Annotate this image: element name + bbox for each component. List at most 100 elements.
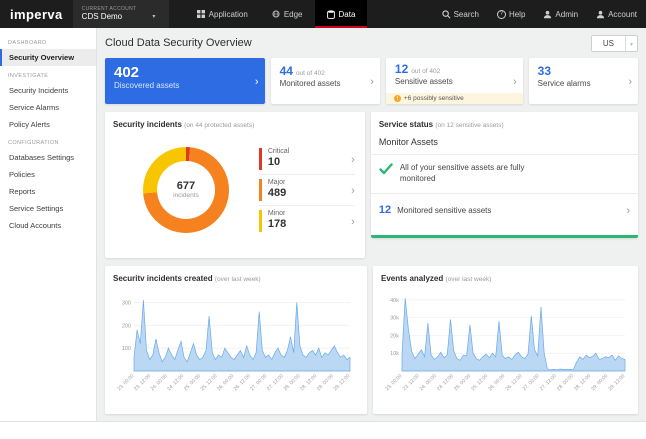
svg-text:29. 00:00: 29. 00:00 [316,373,335,392]
chevron-down-icon [152,5,155,23]
sidebar-section-configuration: CONFIGURATION [0,133,96,149]
nav-item-data[interactable]: Data [315,0,368,28]
sidebar-item-cloud-accounts[interactable]: Cloud Accounts [0,217,96,234]
svg-text:29. 12:00: 29. 12:00 [332,373,351,392]
account-switcher[interactable]: CURRENT ACCOUNT CDS Demo [73,0,169,28]
kpi-label: Sensitive assets [395,77,514,86]
chevron-right-icon [626,201,630,219]
legend-color-bar [259,179,262,201]
sidebar-item-service-alarms[interactable]: Service Alarms [0,99,96,116]
events-analyzed-chart-card: Events analyzed (over last week) 10k 20k 3… [373,266,638,414]
incidents-created-area-chart: 10020030023. 00:0023. 12:0024. 00:0024. … [113,286,355,404]
chevron-right-icon [351,181,355,199]
warning-icon [394,95,401,102]
svg-text:30k: 30k [390,316,399,322]
donut-total-value: 677 [177,180,195,192]
chevron-right-icon [513,72,517,90]
legend-row-minor[interactable]: Minor178 [259,206,355,236]
legend-row-critical[interactable]: Critical10 [259,144,355,175]
legend-value: 178 [268,218,286,231]
monitored-sensitive-assets-link[interactable]: 12 Monitored sensitive assets [379,194,630,227]
region-selector[interactable]: US [591,35,638,52]
events-analyzed-area-chart: 10k20k30k40k23. 00:0023. 12:0024. 00:002… [381,286,630,404]
chevron-right-icon [370,72,374,90]
help-label: Help [509,10,525,19]
search-button[interactable]: Search [433,0,488,28]
nav-item-edge[interactable]: Edge [260,0,315,28]
card-title: Service status (on 12 sensitive assets) [379,120,630,129]
card-title: Securitv incidents created (over last we… [113,274,359,283]
note-text: +6 possibly sensitive [404,95,464,102]
page-title: Cloud Data Security Overview [105,37,252,49]
chevron-right-icon [628,72,632,90]
monitored-count: 12 [379,204,391,216]
sidebar-section-dashboard: DASHBOARD [0,33,96,49]
card-title-text: Securitv incidents created [113,274,213,283]
kpi-value: 44 [280,64,293,78]
sidebar-navigation: DASHBOARDSecurity OverviewINVESTIGATESec… [0,28,97,421]
help-button[interactable]: Help [488,0,534,28]
sidebar-item-security-incidents[interactable]: Security Incidents [0,82,96,99]
svg-text:23. 12:00: 23. 12:00 [402,373,421,392]
sidebar-item-security-overview[interactable]: Security Overview [0,49,96,66]
kpi-value: 12 [395,62,408,76]
kpi-row: 402 Discovered assets 44 out of 402 Moni… [105,58,638,104]
topbar-actions: Search Help Admin Account [433,0,646,28]
kpi-service-alarms[interactable]: 33 Service alarms [529,58,638,104]
kpi-value: 33 [538,64,551,78]
svg-text:20k: 20k [390,333,399,339]
kpi-discovered-assets[interactable]: 402 Discovered assets [105,58,265,104]
kpi-sensitive-assets[interactable]: 12 out of 402 Sensitive assets +6 possib… [386,58,523,104]
donut-total-label: incidents [173,192,199,199]
legend-row-major[interactable]: Major489 [259,175,355,206]
globe-icon [272,10,280,18]
svg-text:28. 12:00: 28. 12:00 [299,373,318,392]
card-title-text: Service status [379,120,433,129]
card-subtitle: (on 44 protected assets) [184,122,254,129]
svg-text:28. 00:00: 28. 00:00 [556,373,575,392]
help-icon [497,10,506,19]
svg-text:26. 12:00: 26. 12:00 [233,373,252,392]
card-subtitle: (over last week) [445,276,491,283]
sidebar-item-databases-settings[interactable]: Databases Settings [0,149,96,166]
kpi-monitored-assets[interactable]: 44 out of 402 Monitored assets [271,58,380,104]
chevron-right-icon [351,212,355,230]
svg-text:23. 00:00: 23. 00:00 [384,373,403,392]
legend-value: 10 [268,156,289,169]
nav-label: Data [339,10,356,19]
sidebar-item-policy-alerts[interactable]: Policy Alerts [0,116,96,133]
svg-text:25. 12:00: 25. 12:00 [200,373,219,392]
app-window: imperva CURRENT ACCOUNT CDS Demo Applica… [0,0,646,439]
svg-text:29. 00:00: 29. 00:00 [590,373,609,392]
kpi-suffix: out of 402 [296,70,325,77]
legend-label: Major [268,179,286,187]
svg-text:25. 00:00: 25. 00:00 [453,373,472,392]
nav-item-application[interactable]: Application [185,0,260,28]
svg-text:23. 12:00: 23. 12:00 [133,373,152,392]
svg-text:10k: 10k [390,351,399,357]
search-icon [442,10,451,19]
kpi-label: Discovered assets [114,81,256,90]
svg-text:25. 12:00: 25. 12:00 [470,373,489,392]
card-subtitle: (over last week) [215,276,261,283]
card-title: Events analyzed (over last week) [381,274,630,283]
sidebar-item-service-settings[interactable]: Service Settings [0,200,96,217]
account-user-icon [596,10,605,19]
incidents-severity-legend: Critical10Major489Minor178 [259,144,355,236]
region-selected-value: US [592,39,625,48]
svg-text:26. 00:00: 26. 00:00 [216,373,235,392]
account-label: Account [608,10,637,19]
sidebar-item-reports[interactable]: Reports [0,183,96,200]
sidebar-item-policies[interactable]: Policies [0,166,96,183]
admin-button[interactable]: Admin [534,0,587,28]
chevron-right-icon [255,72,259,90]
svg-text:27. 12:00: 27. 12:00 [266,373,285,392]
security-incidents-card: Security incidents (on 44 protected asse… [105,112,365,258]
svg-text:24. 12:00: 24. 12:00 [166,373,185,392]
legend-color-bar [259,210,262,232]
incidents-created-chart-card: Securitv incidents created (over last we… [105,266,367,414]
account-button[interactable]: Account [587,0,646,28]
legend-label: Critical [268,148,289,156]
imperva-logo: imperva [0,0,73,28]
search-label: Search [454,10,479,19]
